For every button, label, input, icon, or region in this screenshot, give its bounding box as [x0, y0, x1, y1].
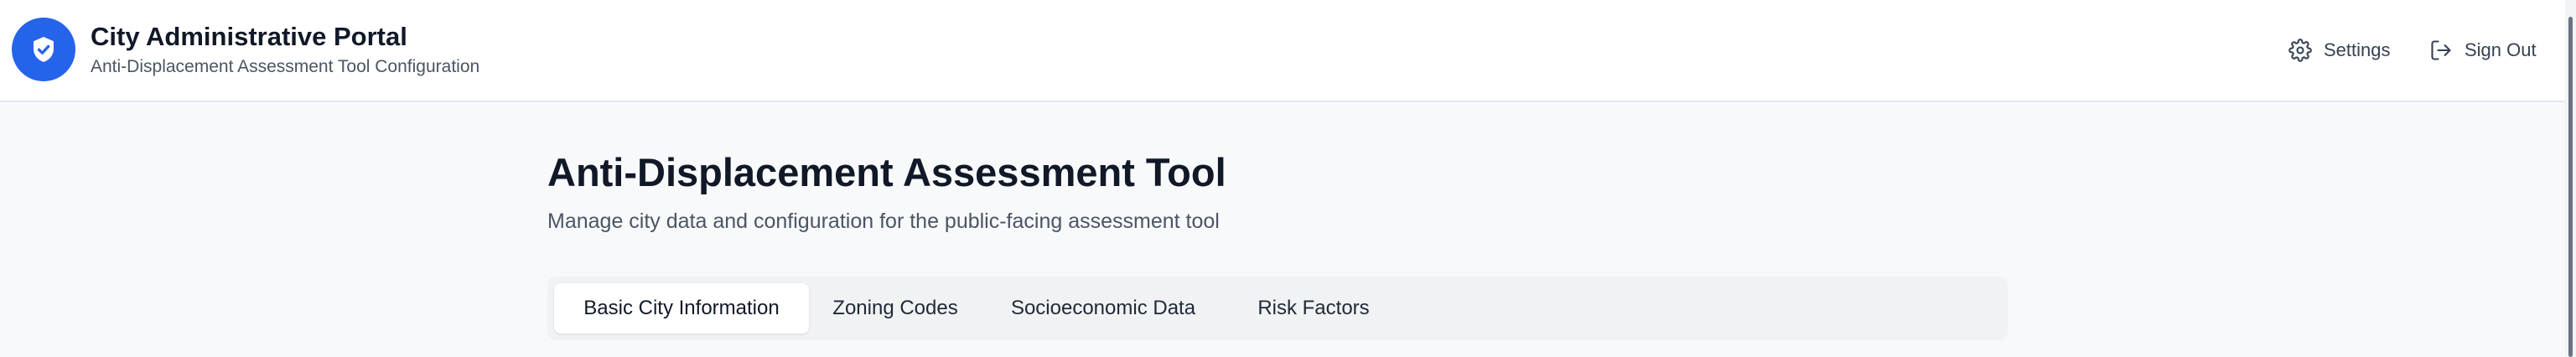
page-title: Anti-Displacement Assessment Tool [547, 150, 1226, 194]
tab-zoning-codes[interactable]: Zoning Codes [809, 283, 982, 334]
sign-out-icon [2431, 40, 2451, 60]
app-subtitle: Anti-Displacement Assessment Tool Config… [91, 57, 480, 76]
app-header: City Administrative Portal Anti-Displace… [0, 0, 2565, 102]
config-tabs: Basic City Information Zoning Codes Soci… [547, 277, 2008, 340]
tab-socioeconomic-data[interactable]: Socioeconomic Data [982, 283, 1225, 334]
tab-basic-city-information[interactable]: Basic City Information [554, 283, 809, 334]
app-title: City Administrative Portal [91, 22, 407, 51]
tab-risk-factors[interactable]: Risk Factors [1225, 283, 1402, 334]
sign-out-label: Sign Out [2465, 39, 2537, 60]
scrollbar-thumb[interactable] [2568, 17, 2573, 357]
page-description: Manage city data and configuration for t… [547, 210, 1220, 233]
settings-label: Settings [2324, 39, 2391, 60]
shield-check-icon [34, 37, 54, 62]
portal-logo [12, 18, 75, 81]
gear-icon [2288, 39, 2312, 62]
settings-button[interactable]: Settings [2288, 34, 2391, 67]
sign-out-button[interactable]: Sign Out [2429, 34, 2537, 67]
